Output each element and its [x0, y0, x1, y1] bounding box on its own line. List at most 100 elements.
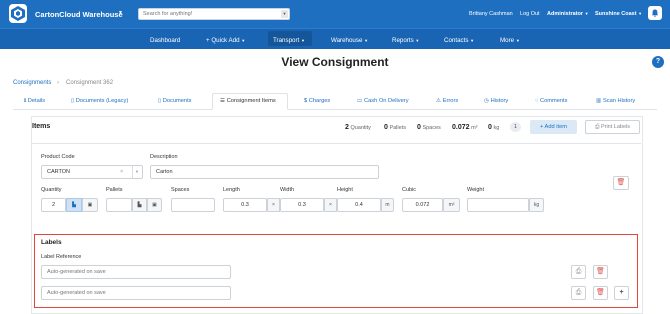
plus-icon: + [619, 289, 624, 296]
stat-weight: 0 kg [488, 124, 499, 131]
logo[interactable] [9, 4, 27, 23]
pallet-unit-toggle[interactable]: ▣ [82, 198, 98, 212]
add-item-button[interactable]: + Add item [530, 120, 577, 134]
stat-quantity: 2 Quantity [345, 124, 371, 131]
nav-more[interactable]: More ▼ [500, 37, 520, 44]
tab-details-label: Details [27, 98, 46, 104]
add-label-button[interactable]: + [614, 286, 629, 300]
cubic-input[interactable]: 0.072 [402, 198, 443, 212]
chevron-down-icon[interactable]: ▼ [281, 10, 288, 18]
document-icon: ▯ [71, 98, 75, 104]
chevron-down-icon: ▼ [415, 38, 420, 43]
stat-weight-value: 0 [488, 124, 492, 131]
chevron-down-icon: ▼ [300, 38, 305, 43]
tab-documents[interactable]: ▯ Documents [158, 98, 192, 104]
nav-contacts-label: Contacts [444, 37, 469, 44]
times-icon: × [267, 198, 280, 212]
length-input[interactable]: 0.3 [223, 198, 267, 212]
tab-cash-on-delivery[interactable]: ▭ Cash On Delivery [357, 98, 409, 104]
length-label: Length [223, 187, 240, 193]
box-icon: ▙ [72, 202, 76, 208]
pallet-icon: ▣ [152, 202, 157, 208]
weight-input[interactable] [467, 198, 529, 212]
role-menu[interactable]: Administrator ▼ [547, 11, 589, 17]
stat-cubic-value: 0.072 [452, 124, 470, 131]
pallets-input[interactable] [106, 198, 132, 212]
nav-contacts[interactable]: Contacts ▼ [444, 37, 474, 44]
quantity-input[interactable]: 2 [41, 198, 66, 212]
logout-link[interactable]: Log Out [520, 11, 540, 17]
brand-name[interactable]: CartonCloud Warehouse [35, 10, 123, 19]
tab-comments[interactable]: ◌ Comments [535, 98, 567, 104]
label-reference-input[interactable] [41, 286, 231, 300]
chevron-down-icon[interactable]: ▼ [118, 10, 123, 16]
pallets-pallet-toggle[interactable]: ▣ [147, 198, 162, 212]
tab-errors-label: Errors [442, 98, 459, 104]
help-icon[interactable]: ? [652, 56, 664, 68]
stat-weight-label: kg [493, 125, 500, 131]
tab-scan-history-label: Scan History [602, 98, 636, 104]
delete-label-button[interactable]: 🗑 [593, 265, 608, 279]
tab-errors[interactable]: ⚠ Errors [436, 98, 458, 104]
label-reference-input[interactable] [41, 265, 231, 279]
spaces-input[interactable] [171, 198, 215, 212]
trash-icon: 🗑 [616, 179, 626, 186]
printer-icon: ⎙ [575, 289, 582, 296]
nav-warehouse[interactable]: Warehouse ▼ [331, 37, 368, 44]
labels-title: Labels [41, 239, 62, 246]
print-labels-button[interactable]: ⎙ Print Labels [585, 120, 640, 134]
stat-spaces-value: 0 [417, 124, 421, 131]
carton-unit-toggle[interactable]: ▙ [66, 198, 82, 212]
chevron-down-icon[interactable]: ▼ [132, 166, 139, 178]
chevron-down-icon: ▼ [638, 11, 643, 16]
breadcrumb-separator-icon: › [57, 80, 59, 86]
delete-label-button[interactable]: 🗑 [593, 286, 608, 300]
list-icon: ☰ [220, 98, 226, 104]
print-label-button[interactable]: ⎙ [571, 265, 586, 279]
search-input[interactable] [139, 9, 279, 19]
height-input[interactable]: 0.4 [337, 198, 381, 212]
location-menu[interactable]: Sunshine Coast ▼ [595, 11, 642, 17]
trash-icon: 🗑 [596, 268, 605, 275]
width-input[interactable]: 0.3 [280, 198, 324, 212]
width-label: Width [280, 187, 295, 193]
product-code-select[interactable]: CARTON × ▼ [41, 165, 143, 179]
height-label: Height [337, 187, 353, 193]
item-card [31, 143, 641, 225]
search-box[interactable]: ▼ [138, 8, 290, 20]
tab-charges-label: Charges [308, 98, 331, 104]
pallets-carton-toggle[interactable]: ▙ [132, 198, 147, 212]
delete-item-button[interactable]: 🗑 [613, 176, 629, 190]
bell-icon[interactable] [648, 6, 662, 20]
print-label-button[interactable]: ⎙ [571, 286, 586, 300]
logo-icon [11, 6, 25, 21]
chevron-down-icon: ▼ [364, 38, 369, 43]
box-icon: ▙ [137, 202, 142, 208]
tab-consignment-items-label: Consignment Items [226, 98, 276, 104]
tab-consignment-items[interactable]: ☰ Consignment Items [220, 98, 276, 104]
nav-quick-add[interactable]: + Quick Add ▼ [206, 37, 245, 44]
nav-reports[interactable]: Reports ▼ [392, 37, 419, 44]
stat-spaces: 0 Spaces [417, 124, 441, 131]
location-label: Sunshine Coast [595, 11, 637, 17]
nav-warehouse-label: Warehouse [331, 37, 363, 44]
tab-scan-history[interactable]: ▥ Scan History [596, 98, 635, 104]
description-input[interactable]: Carton [150, 165, 379, 179]
label-reference-label: Label Reference [41, 254, 82, 260]
dollar-icon: $ [304, 98, 308, 104]
tab-charges[interactable]: $ Charges [304, 98, 330, 104]
breadcrumb-consignments[interactable]: Consignments [13, 80, 51, 86]
tab-cash-on-delivery-label: Cash On Delivery [363, 98, 409, 104]
document-icon: ▯ [158, 98, 162, 104]
tab-comments-label: Comments [539, 98, 568, 104]
tab-documents-legacy[interactable]: ▯ Documents (Legacy) [71, 98, 128, 104]
nav-dashboard[interactable]: Dashboard [150, 37, 180, 44]
clear-icon[interactable]: × [120, 166, 123, 178]
chevron-down-icon: ▼ [470, 38, 475, 43]
clock-icon: ◷ [484, 98, 489, 104]
chevron-down-icon: ▼ [241, 38, 246, 43]
tab-history[interactable]: ◷ History [484, 98, 508, 104]
nav-transport[interactable]: Transport ▼ [273, 37, 305, 44]
breadcrumb-current: Consignment 362 [66, 80, 114, 86]
tab-details[interactable]: ℹ Details [24, 98, 45, 104]
